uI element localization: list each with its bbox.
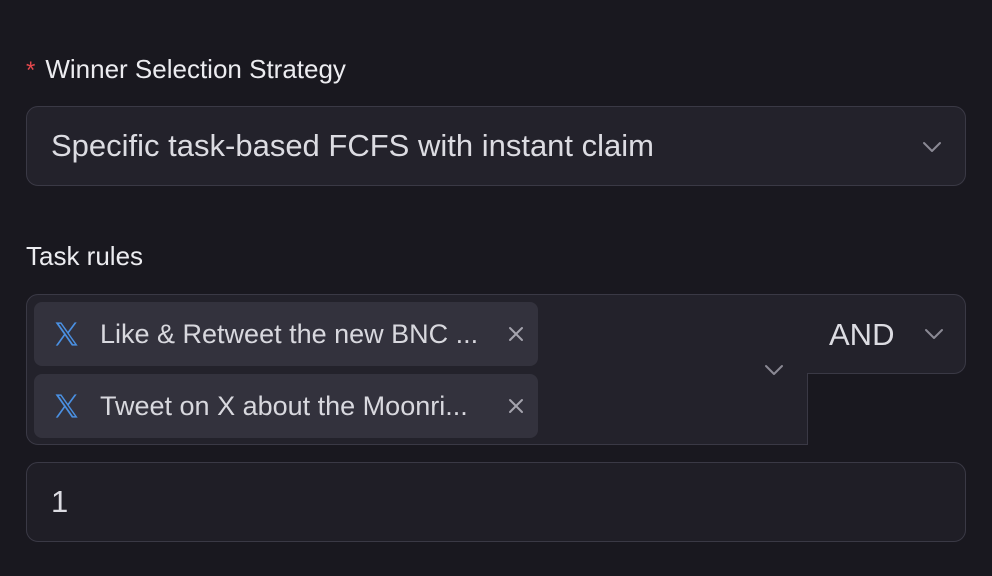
task-tag: Tweet on X about the Moonri... [34, 374, 538, 438]
chevron-down-icon [923, 323, 945, 345]
task-tag: Like & Retweet the new BNC ... [34, 302, 538, 366]
operator-selected-value: AND [829, 317, 895, 352]
close-icon[interactable] [506, 396, 526, 416]
task-rules-form: * Winner Selection Strategy Specific task… [0, 0, 992, 576]
required-mark: * [26, 57, 36, 84]
task-tag-label: Like & Retweet the new BNC ... [100, 318, 479, 349]
count-input[interactable]: 1 [26, 462, 966, 542]
task-rules-label: Task rules [26, 241, 144, 271]
strategy-select[interactable]: Specific task-based FCFS with instant cl… [26, 106, 966, 186]
close-icon[interactable] [506, 324, 526, 344]
x-logo-icon [52, 320, 80, 348]
x-logo-icon [52, 392, 80, 420]
task-rules-multiselect[interactable]: Like & Retweet the new BNC ... Tweet on … [26, 294, 808, 445]
strategy-selected-value: Specific task-based FCFS with instant cl… [51, 128, 654, 163]
operator-select[interactable]: AND [807, 294, 966, 374]
strategy-label: * Winner Selection Strategy [26, 56, 346, 83]
task-tag-label: Tweet on X about the Moonri... [100, 390, 468, 421]
strategy-label-text: Winner Selection Strategy [45, 54, 346, 84]
count-input-value: 1 [51, 484, 69, 519]
chevron-down-icon [921, 136, 943, 158]
chevron-down-icon [763, 359, 785, 381]
